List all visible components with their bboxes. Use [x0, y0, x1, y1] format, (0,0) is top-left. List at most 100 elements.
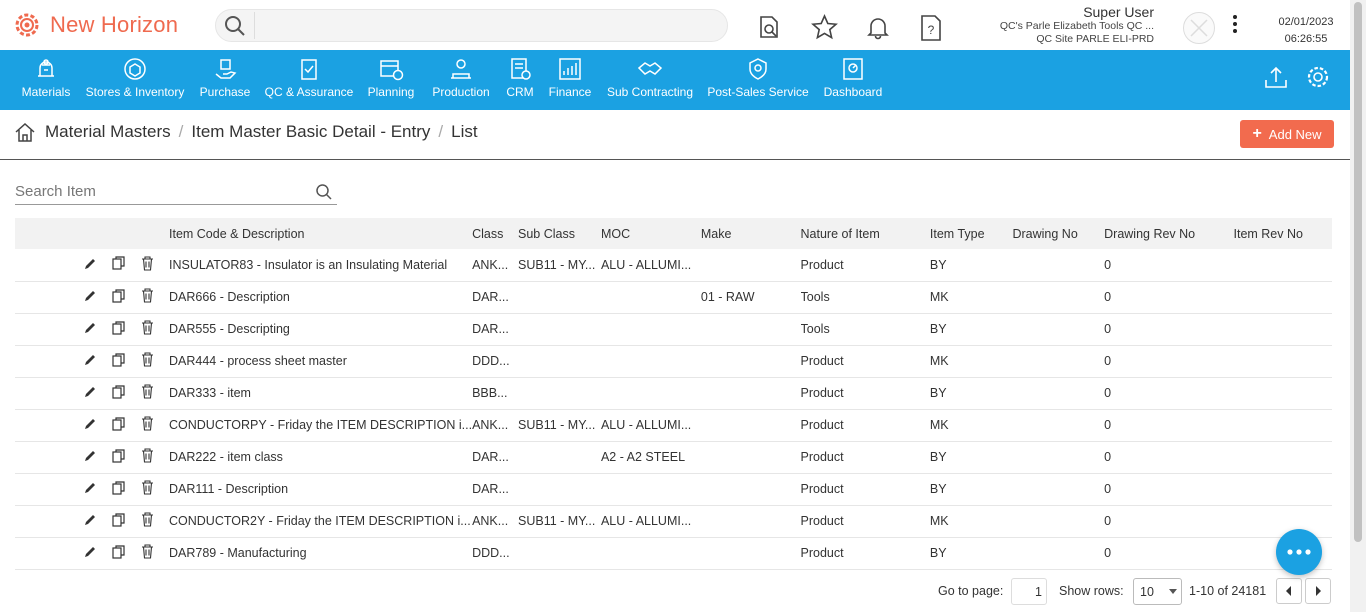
delete-trash-icon[interactable] [141, 352, 154, 370]
breadcrumb-item-master[interactable]: Item Master Basic Detail - Entry [191, 122, 430, 142]
table-cell: DAR333 - item [169, 386, 251, 400]
column-header[interactable]: MOC [601, 218, 701, 249]
global-search[interactable] [215, 9, 728, 42]
copy-icon[interactable] [112, 384, 126, 402]
search-icon[interactable] [224, 15, 246, 37]
upload-icon[interactable] [1263, 64, 1289, 90]
nav-materials[interactable]: Materials [20, 50, 72, 110]
chat-button[interactable] [1276, 529, 1322, 575]
edit-pencil-icon[interactable] [84, 385, 97, 401]
crm-icon [511, 58, 531, 80]
nav-production[interactable]: Production [430, 50, 492, 110]
copy-icon[interactable] [112, 288, 126, 306]
star-icon[interactable] [811, 14, 838, 40]
add-new-button[interactable]: + Add New [1240, 120, 1334, 148]
table-row[interactable]: DAR666 - Description DAR... 01 - RAW Tools M… [15, 281, 1332, 313]
delete-trash-icon[interactable] [141, 320, 154, 338]
edit-pencil-icon[interactable] [84, 257, 97, 273]
row-actions [15, 537, 169, 569]
delete-trash-icon[interactable] [141, 256, 154, 274]
column-header[interactable]: Item Code & Description [169, 218, 472, 249]
goto-page-label: Go to page: [938, 584, 1004, 598]
copy-icon[interactable] [112, 352, 126, 370]
edit-pencil-icon[interactable] [84, 481, 97, 497]
edit-pencil-icon[interactable] [84, 321, 97, 337]
user-info[interactable]: Super User QC's Parle Elizabeth Tools QC… [1000, 4, 1154, 46]
nav-stores-inventory[interactable]: Stores & Inventory [86, 50, 184, 110]
column-header[interactable]: Sub Class [518, 218, 601, 249]
delete-trash-icon[interactable] [141, 288, 154, 306]
app-logo[interactable]: New Horizon [12, 10, 178, 40]
delete-trash-icon[interactable] [141, 512, 154, 530]
search-item-input[interactable] [15, 180, 305, 202]
column-header[interactable]: Item Rev No [1234, 218, 1333, 249]
document-search-icon[interactable] [756, 14, 782, 40]
delete-trash-icon[interactable] [141, 448, 154, 466]
table-row[interactable]: DAR444 - process sheet master DDD... Produ… [15, 345, 1332, 377]
settings-gear-icon[interactable] [1305, 64, 1331, 90]
search-item-field[interactable] [15, 180, 337, 205]
nav-qc-assurance[interactable]: QC & Assurance [265, 50, 353, 110]
breadcrumb-separator: / [178, 122, 184, 141]
bell-icon[interactable] [865, 14, 891, 40]
breadcrumb-material-masters[interactable]: Material Masters [45, 122, 171, 142]
table-row[interactable]: INSULATOR83 - Insulator is an Insulating… [15, 249, 1332, 281]
copy-icon[interactable] [112, 320, 126, 338]
stores-icon [124, 58, 146, 80]
show-rows-select[interactable]: 10 [1133, 578, 1182, 605]
delete-trash-icon[interactable] [141, 480, 154, 498]
chevron-down-icon [1169, 589, 1177, 594]
page-scrollbar[interactable] [1350, 0, 1366, 612]
nav-sub-contracting[interactable]: Sub Contracting [607, 50, 693, 110]
table-cell: ALU - ALLUMI... [600, 514, 692, 528]
column-header[interactable]: Item Type [930, 218, 1013, 249]
column-header[interactable]: Drawing No [1012, 218, 1104, 249]
nav-post-sales-service[interactable]: Post-Sales Service [707, 50, 809, 110]
table-row[interactable]: CONDUCTORPY - Friday the ITEM DESCRIPTIO… [15, 409, 1332, 441]
edit-pencil-icon[interactable] [84, 545, 97, 561]
more-options-icon[interactable] [1232, 14, 1238, 34]
search-icon[interactable] [315, 183, 333, 201]
column-header[interactable]: Class [472, 218, 518, 249]
table-row[interactable]: DAR789 - Manufacturing DDD... Product BY 0 [15, 537, 1332, 569]
edit-pencil-icon[interactable] [84, 449, 97, 465]
table-cell: 0 [1104, 514, 1112, 528]
table-cell: Product [800, 257, 844, 272]
column-header[interactable]: Drawing Rev No [1104, 218, 1233, 249]
avatar[interactable] [1183, 12, 1215, 44]
edit-pencil-icon[interactable] [84, 289, 97, 305]
copy-icon[interactable] [112, 544, 126, 562]
previous-page-button[interactable] [1276, 578, 1302, 604]
copy-icon[interactable] [112, 512, 126, 530]
table-row[interactable]: DAR222 - item class DAR... A2 - A2 STEEL Pr… [15, 441, 1332, 473]
nav-dashboard[interactable]: Dashboard [822, 50, 884, 110]
table-row[interactable]: DAR111 - Description DAR... Product BY 0 [15, 473, 1332, 505]
nav-planning[interactable]: Planning [366, 50, 416, 110]
app-name: New Horizon [50, 12, 179, 37]
copy-icon[interactable] [112, 256, 126, 273]
edit-pencil-icon[interactable] [84, 417, 97, 433]
table-row[interactable]: CONDUCTOR2Y - Friday the ITEM DESCRIPTIO… [15, 505, 1332, 537]
home-icon[interactable] [14, 121, 36, 143]
next-page-button[interactable] [1305, 578, 1331, 604]
table-row[interactable]: DAR333 - item BBB... Product BY 0 [15, 377, 1332, 409]
delete-trash-icon[interactable] [141, 544, 154, 562]
scrollbar-thumb[interactable] [1354, 2, 1362, 542]
goto-page-input[interactable]: 1 [1011, 578, 1047, 605]
column-header[interactable]: Nature of Item [801, 218, 930, 249]
copy-icon[interactable] [112, 448, 126, 466]
nav-label: Purchase [199, 85, 251, 99]
nav-finance[interactable]: Finance [547, 50, 593, 110]
edit-pencil-icon[interactable] [84, 353, 97, 369]
nav-crm[interactable]: CRM [505, 50, 535, 110]
table-cell: DAR... [472, 482, 509, 496]
nav-purchase[interactable]: Purchase [198, 50, 252, 110]
help-document-icon[interactable]: ? [919, 14, 943, 42]
edit-pencil-icon[interactable] [84, 513, 97, 529]
delete-trash-icon[interactable] [141, 416, 154, 434]
table-row[interactable]: DAR555 - Descripting DAR... Tools BY 0 [15, 313, 1332, 345]
delete-trash-icon[interactable] [141, 384, 154, 402]
copy-icon[interactable] [112, 480, 126, 498]
copy-icon[interactable] [112, 416, 126, 434]
column-header[interactable]: Make [701, 218, 801, 249]
